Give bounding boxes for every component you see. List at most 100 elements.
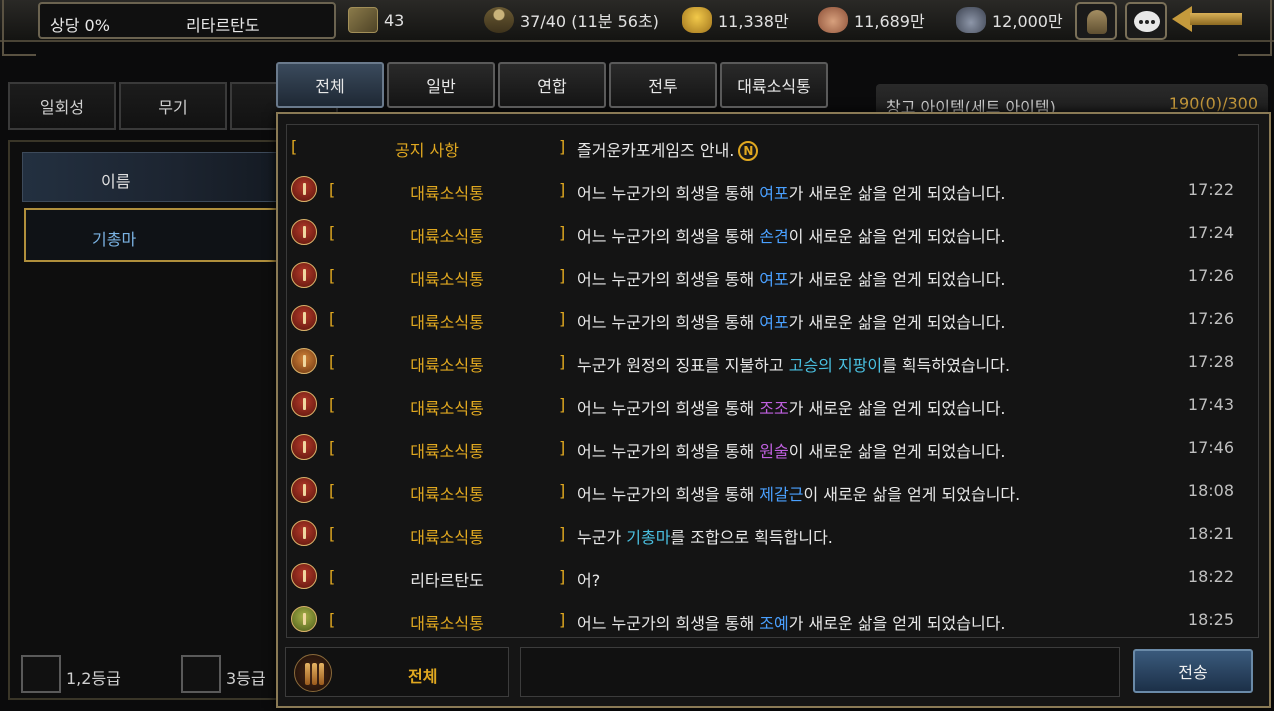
- message-post: 이 새로운 삶을 얻게 되었습니다.: [788, 227, 1006, 246]
- rank-badge-icon: [291, 391, 317, 417]
- highlighted-name[interactable]: 여포: [759, 184, 788, 203]
- message-time: 18:25: [1187, 610, 1234, 629]
- channel-name: 공지 사항: [395, 141, 459, 160]
- highlighted-name[interactable]: 여포: [759, 270, 788, 289]
- message-text: 어느 누군가의 희생을 통해 제갈근이 새로운 삶을 얻게 되었습니다.: [577, 481, 1020, 505]
- highlighted-name[interactable]: 원술: [759, 442, 788, 461]
- chat-bubble-icon: [1134, 11, 1160, 32]
- gold-icon: [682, 7, 712, 33]
- bracket-open: [: [291, 137, 298, 156]
- channel-label: 전체: [408, 667, 438, 686]
- message-time: 17:24: [1187, 223, 1234, 242]
- grade-1-2-label: 1,2등급: [66, 669, 121, 688]
- channel-selector[interactable]: 전체: [285, 647, 509, 697]
- list-item[interactable]: [대륙소식통] 어느 누군가의 희생을 통해 조예가 새로운 삶을 얻게 되었습니…: [287, 598, 1258, 641]
- ore-icon: [956, 7, 986, 33]
- bracket-open: [: [329, 524, 336, 543]
- message-time: 17:43: [1187, 395, 1234, 414]
- channel-name: 대륙소식통: [410, 528, 484, 547]
- message-text: 어느 누군가의 희생을 통해 조조가 새로운 삶을 얻게 되었습니다.: [577, 395, 1006, 419]
- new-badge-icon: N: [738, 141, 759, 161]
- bracket-open: [: [329, 223, 336, 242]
- message-text: 어느 누군가의 희생을 통해 여포가 새로운 삶을 얻게 되었습니다.: [577, 309, 1006, 333]
- highlighted-name[interactable]: 조예: [759, 614, 788, 633]
- bracket-open: [: [329, 266, 336, 285]
- tab-alliance[interactable]: 연합: [498, 62, 606, 108]
- tab-general[interactable]: 일반: [387, 62, 495, 108]
- list-item[interactable]: [대륙소식통] 어느 누군가의 희생을 통해 제갈근이 새로운 삶을 얻게 되었습…: [287, 469, 1258, 512]
- list-item[interactable]: [대륙소식통] 어느 누군가의 희생을 통해 원술이 새로운 삶을 얻게 되었습니…: [287, 426, 1258, 469]
- rank-badge-icon: [291, 520, 317, 546]
- list-item[interactable]: [대륙소식통] 어느 누군가의 희생을 통해 조조가 새로운 삶을 얻게 되었습니…: [287, 383, 1258, 426]
- tab-continent-news[interactable]: 대륙소식통: [720, 62, 828, 108]
- highlighted-name[interactable]: 기총마: [626, 528, 670, 547]
- scroll-icon: [294, 654, 332, 692]
- frame-corner-left: [2, 0, 36, 56]
- gold-amount: 11,338만: [718, 12, 789, 31]
- message-pre: 어느 누군가의 희생을 통해: [577, 485, 760, 504]
- list-item[interactable]: [대륙소식통] 누군가 원정의 징표를 지불하고 고승의 지팡이를 획득하였습니다…: [287, 340, 1258, 383]
- message-post: 이 새로운 삶을 얻게 되었습니다.: [788, 442, 1006, 461]
- grade-1-2-checkbox[interactable]: [21, 655, 61, 693]
- list-item[interactable]: [대륙소식통] 어느 누군가의 희생을 통해 여포가 새로운 삶을 얻게 되었습니…: [287, 254, 1258, 297]
- rank-badge-icon: [291, 606, 317, 632]
- highlighted-name[interactable]: 고승의 지팡이: [789, 356, 882, 375]
- list-item[interactable]: [대륙소식통] 누군가 기총마를 조합으로 획득합니다. 18:21: [287, 512, 1258, 555]
- chat-button[interactable]: [1125, 2, 1167, 40]
- item-name: 기총마: [92, 230, 137, 249]
- highlighted-name[interactable]: 제갈근: [759, 485, 803, 504]
- grade-3-checkbox[interactable]: [181, 655, 221, 693]
- tab-weapon[interactable]: 무기: [119, 82, 227, 130]
- bracket-open: [: [329, 309, 336, 328]
- channel-name: 대륙소식통: [410, 313, 484, 332]
- city-selector[interactable]: 상당 0% 리타르탄도: [38, 2, 336, 39]
- storage-count: 190(0)/300: [1168, 94, 1258, 113]
- message-text: 어느 누군가의 희생을 통해 원술이 새로운 삶을 얻게 되었습니다.: [577, 438, 1006, 462]
- bracket-open: [: [329, 438, 336, 457]
- bracket-close: ]: [559, 481, 566, 500]
- highlighted-name[interactable]: 여포: [759, 313, 788, 332]
- chat-message-list[interactable]: [공지 사항] 즐거운카포게임즈 안내. N [대륙소식통] 어느 누군가의 희생을 통…: [286, 124, 1259, 638]
- bracket-close: ]: [559, 567, 566, 586]
- bracket-close: ]: [559, 524, 566, 543]
- bracket-close: ]: [559, 395, 566, 414]
- channel-name: 대륙소식통: [410, 356, 484, 375]
- list-item[interactable]: [공지 사항] 즐거운카포게임즈 안내. N: [287, 125, 1258, 168]
- city-name: 리타르탄도: [186, 16, 260, 35]
- tab-battle[interactable]: 전투: [609, 62, 717, 108]
- message-post: 를 조합으로 획득합니다.: [670, 528, 833, 547]
- list-item[interactable]: [리타르탄도] 어? 18:22: [287, 555, 1258, 598]
- channel-name: 대륙소식통: [410, 614, 484, 633]
- message-pre: 누군가: [577, 528, 627, 547]
- list-item[interactable]: [대륙소식통] 어느 누군가의 희생을 통해 여포가 새로운 삶을 얻게 되었습니…: [287, 168, 1258, 211]
- list-item[interactable]: [대륙소식통] 어느 누군가의 희생을 통해 손견이 새로운 삶을 얻게 되었습니…: [287, 211, 1258, 254]
- channel-name: 대륙소식통: [410, 485, 484, 504]
- chat-input[interactable]: [520, 647, 1120, 697]
- message-pre: 누군가 원정의 징표를 지불하고: [577, 356, 789, 375]
- rank-badge-icon: [291, 434, 317, 460]
- rank-badge-icon: [291, 477, 317, 503]
- list-item[interactable]: 기총마: [24, 208, 284, 262]
- send-button[interactable]: 전송: [1133, 649, 1253, 693]
- highlighted-name[interactable]: 조조: [759, 399, 788, 418]
- message-text: 어느 누군가의 희생을 통해 여포가 새로운 삶을 얻게 되었습니다.: [577, 180, 1006, 204]
- channel-name: 대륙소식통: [410, 270, 484, 289]
- message-text: 누군가 기총마를 조합으로 획득합니다.: [577, 524, 833, 548]
- list-item[interactable]: [ 대륙소식통] 어느 누군가의 희생을 통해 여포가 새로운 삶을 얻게 되었습니…: [287, 297, 1258, 340]
- highlighted-name[interactable]: 손견: [759, 227, 788, 246]
- bracket-close: ]: [559, 309, 566, 328]
- food-icon: [818, 7, 848, 33]
- rank-badge-icon: [291, 219, 317, 245]
- name-column-label: 이름: [101, 172, 131, 191]
- general-button[interactable]: [1075, 2, 1117, 40]
- bracket-open: [: [329, 610, 336, 629]
- soldier-icon: [484, 7, 514, 33]
- troop-count: 37/40 (11분 56초): [520, 12, 659, 31]
- tab-all[interactable]: 전체: [276, 62, 384, 108]
- bracket-open: [: [329, 395, 336, 414]
- message-time: 18:22: [1187, 567, 1234, 586]
- message-pre: 어느 누군가의 희생을 통해: [577, 313, 760, 332]
- tab-consumable[interactable]: 일회성: [8, 82, 116, 130]
- back-arrow-icon[interactable]: [1172, 6, 1244, 32]
- message-pre: 어느 누군가의 희생을 통해: [577, 184, 760, 203]
